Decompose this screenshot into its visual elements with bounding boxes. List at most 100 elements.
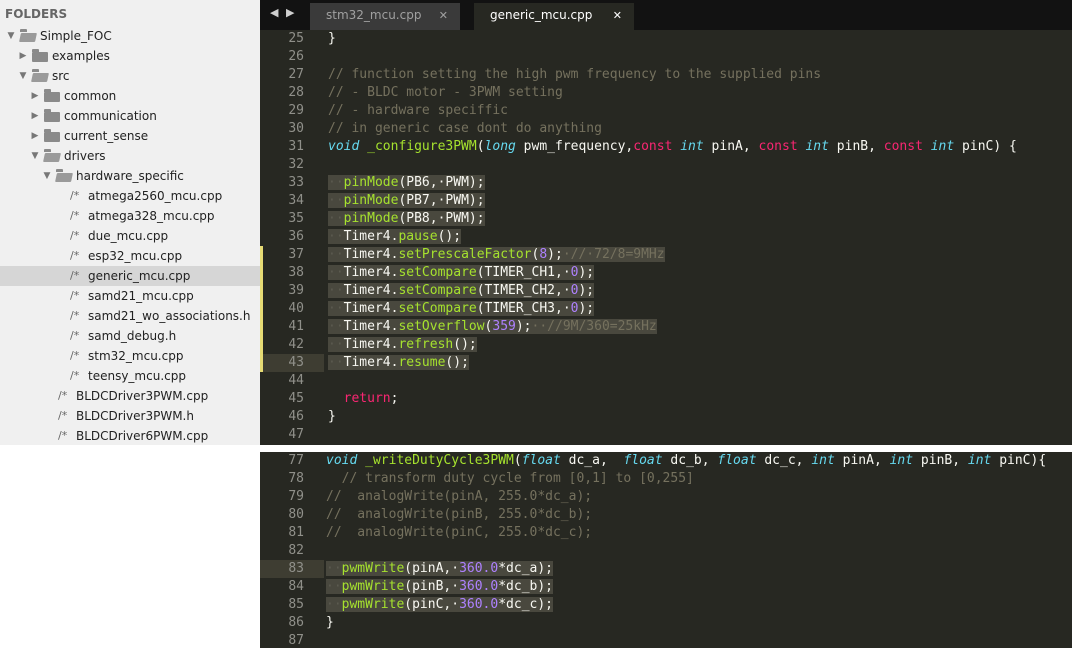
triangle-down-icon[interactable]: ▼ [18,66,28,86]
code-line[interactable]: 40 ··Timer4.setCompare(TIMER_CH3,·0); [260,300,1072,318]
code-line[interactable]: 85 ··pwmWrite(pinC,·360.0*dc_c); [260,596,1072,614]
code-line[interactable]: 82 [260,542,1072,560]
code-token: void [328,139,360,154]
code-line[interactable]: 44 [260,372,1072,390]
code-line[interactable]: 29 // - hardware speciffic [260,102,1072,120]
tree-file-atmega328_mcu.cpp[interactable]: /* atmega328_mcu.cpp [0,206,260,226]
triangle-down-icon[interactable]: ▼ [30,146,40,166]
code-line[interactable]: 87 [260,632,1072,648]
tree-folder-hardware_specific[interactable]: ▼ hardware_specific [0,166,260,186]
code-token: _configure3PWM [367,139,477,154]
code-line[interactable]: 27 // function setting the high pwm frequ… [260,66,1072,84]
code-line[interactable]: 41 ··Timer4.setOverflow(359);··//9M/360=2… [260,318,1072,336]
close-icon[interactable]: ✕ [439,3,448,28]
code-text: // transform duty cycle from [0,1] to [0… [326,470,694,488]
code-token: ·· [328,175,344,190]
code-token: Timer4. [343,319,399,334]
tab-stm32-mcu[interactable]: stm32_mcu.cpp ✕ [310,3,460,30]
tree-file-samd21_mcu.cpp[interactable]: /* samd21_mcu.cpp [0,286,260,306]
code-line[interactable]: 81 // analogWrite(pinC, 255.0*dc_c); [260,524,1072,542]
triangle-right-icon[interactable]: ▶ [30,86,40,106]
triangle-down-icon[interactable]: ▼ [6,26,16,46]
line-number: 85 [288,597,304,612]
code-line[interactable]: 83 ··pwmWrite(pinA,·360.0*dc_a); [260,560,1072,578]
triangle-right-icon[interactable]: ▶ [30,106,40,126]
code-line[interactable]: 77 void _writeDutyCycle3PWM(float dc_a, f… [260,452,1072,470]
tree-folder-communication[interactable]: ▶ communication [0,106,260,126]
code-token: resume [398,355,446,370]
folder-icon [44,149,60,162]
tree-folder-src[interactable]: ▼ src [0,66,260,86]
tree-file-generic_mcu.cpp[interactable]: /* generic_mcu.cpp [0,266,260,286]
editor-pane-bottom[interactable]: 77 void _writeDutyCycle3PWM(float dc_a, f… [260,452,1072,648]
tab-generic-mcu[interactable]: generic_mcu.cpp ✕ [474,3,634,30]
tree-file-samd_debug.h[interactable]: /* samd_debug.h [0,326,260,346]
line-number: 87 [288,633,304,648]
code-line[interactable]: 84 ··pwmWrite(pinB,·360.0*dc_b); [260,578,1072,596]
triangle-right-icon[interactable]: ▶ [30,126,40,146]
tree-file-esp32_mcu.cpp[interactable]: /* esp32_mcu.cpp [0,246,260,266]
tree-item-label: samd_debug.h [88,329,177,343]
tab-nav-arrows-icon[interactable]: ◀ ▶ [270,6,296,19]
editor-pane-top[interactable]: 25} 26 27// function setting the high pwm … [260,30,1072,445]
code-line[interactable]: 78 // transform duty cycle from [0,1] to… [260,470,1072,488]
tree-folder-Simple_FOC[interactable]: ▼ Simple_FOC [0,26,260,46]
comment-file-icon: /* [70,269,80,282]
code-line[interactable]: 31 void _configure3PWM(long pwm_frequency… [260,138,1072,156]
code-line[interactable]: 47 [260,426,1072,444]
tree-file-samd21_wo_associations.h[interactable]: /* samd21_wo_associations.h [0,306,260,326]
comment-file-icon: /* [58,389,68,402]
triangle-down-icon[interactable]: ▼ [42,166,52,186]
tree-folder-examples[interactable]: ▶ examples [0,46,260,66]
code-token: (pinA,· [404,561,460,576]
tree-file-BLDCDriver3PWM.cpp[interactable]: /* BLDCDriver3PWM.cpp [0,386,260,406]
tree-file-BLDCDriver3PWM.h[interactable]: /* BLDCDriver3PWM.h [0,406,260,426]
code-content: return; [328,391,399,406]
code-line[interactable]: 25} [260,30,1072,48]
code-line[interactable]: 37 ··Timer4.setPrescaleFactor(8);·//·72/8… [260,246,1072,264]
code-line[interactable]: 79 // analogWrite(pinA, 255.0*dc_a); [260,488,1072,506]
tree-folder-current_sense[interactable]: ▶ current_sense [0,126,260,146]
code-line[interactable]: 36 ··Timer4.pause(); [260,228,1072,246]
code-content: // analogWrite(pinB, 255.0*dc_b); [326,507,592,522]
code-line[interactable]: 86} [260,614,1072,632]
tree-file-stm32_mcu.cpp[interactable]: /* stm32_mcu.cpp [0,346,260,366]
code-line[interactable]: 32 [260,156,1072,174]
code-token: Timer4. [343,301,399,316]
code-line[interactable]: 35 ··pinMode(PB8,·PWM); [260,210,1072,228]
code-line[interactable]: 80 // analogWrite(pinB, 255.0*dc_b); [260,506,1072,524]
code-line[interactable]: 46} [260,408,1072,426]
code-text: ··Timer4.resume(); [328,354,469,372]
pane-divider[interactable] [260,445,1072,452]
code-token: (PB6,·PWM); [398,175,485,190]
code-line[interactable]: 45 return; [260,390,1072,408]
code-token: return [343,391,391,406]
code-line[interactable]: 34 ··pinMode(PB7,·PWM); [260,192,1072,210]
tree-file-teensy_mcu.cpp[interactable]: /* teensy_mcu.cpp [0,366,260,386]
code-line[interactable]: 43 ··Timer4.resume(); [260,354,1072,372]
code-token: ); [578,301,595,316]
code-token: setPrescaleFactor [398,247,532,262]
code-line[interactable]: 39 ··Timer4.setCompare(TIMER_CH2,·0); [260,282,1072,300]
code-line[interactable]: 38 ··Timer4.setCompare(TIMER_CH1,·0); [260,264,1072,282]
tree-item-label: current_sense [64,129,149,143]
code-content: // analogWrite(pinC, 255.0*dc_c); [326,525,592,540]
code-line[interactable]: 33 ··pinMode(PB6,·PWM); [260,174,1072,192]
code-token: (); [445,355,469,370]
tree-file-atmega2560_mcu.cpp[interactable]: /* atmega2560_mcu.cpp [0,186,260,206]
tree-folder-drivers[interactable]: ▼ drivers [0,146,260,166]
code-content: // function setting the high pwm frequen… [328,67,821,82]
close-icon[interactable]: ✕ [613,3,622,28]
code-line[interactable]: 30 // in generic case dont do anything [260,120,1072,138]
code-line[interactable]: 26 [260,48,1072,66]
comment-file-icon: /* [70,249,80,262]
tree-file-due_mcu.cpp[interactable]: /* due_mcu.cpp [0,226,260,246]
code-line[interactable]: 42 ··Timer4.refresh(); [260,336,1072,354]
tree-file-BLDCDriver6PWM.cpp[interactable]: /* BLDCDriver6PWM.cpp [0,426,260,445]
code-text: // - BLDC motor - 3PWM setting [328,84,563,102]
code-token: ·· [326,579,342,594]
tree-folder-common[interactable]: ▶ common [0,86,260,106]
triangle-right-icon[interactable]: ▶ [18,46,28,66]
code-token: pwmWrite [341,579,405,594]
code-line[interactable]: 28 // - BLDC motor - 3PWM setting [260,84,1072,102]
